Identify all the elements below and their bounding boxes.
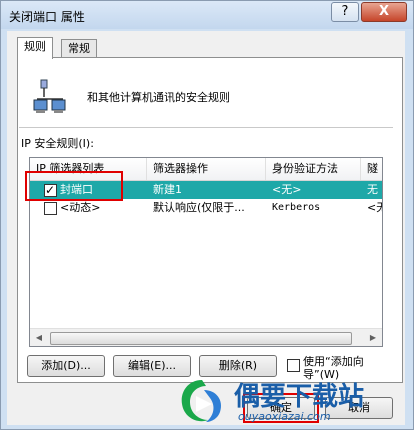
help-button[interactable]: ? (331, 2, 359, 22)
network-computers-icon (33, 79, 66, 113)
use-wizard-checkbox[interactable] (287, 359, 300, 372)
highlight-box (25, 171, 123, 201)
watermark-text: 偶要下载站 (234, 382, 365, 412)
rule-filter-list: <动态> (60, 201, 101, 214)
separator (19, 127, 393, 128)
tab-rules[interactable]: 规则 (17, 37, 53, 59)
rule-tunnel: <无 (367, 201, 382, 214)
title-bar: 关闭端口 属性 ? X (1, 1, 413, 29)
watermark: 偶要下载站 ouyaoxiazai.com (178, 372, 414, 430)
watermark-logo-icon (181, 380, 222, 422)
column-header-auth-method[interactable]: 身份验证方法 (266, 158, 361, 180)
add-button[interactable]: 添加(D)... (27, 355, 105, 377)
watermark-url: ouyaoxiazai.com (238, 410, 331, 423)
scrollbar-thumb[interactable] (50, 332, 352, 345)
rule-tunnel: 无 (367, 183, 378, 196)
rule-checkbox[interactable] (44, 202, 57, 215)
column-header-tunnel[interactable]: 隧 (361, 158, 382, 180)
tab-general[interactable]: 常规 (61, 39, 97, 58)
column-header-filter-action[interactable]: 筛选器操作 (147, 158, 266, 180)
rule-filter-action: 新建1 (153, 183, 182, 196)
rule-filter-action: 默认响应(仅限于... (153, 201, 245, 214)
rule-auth-method: <无> (272, 183, 302, 196)
scroll-left-icon[interactable]: ◀ (32, 331, 46, 344)
close-button[interactable]: X (361, 2, 407, 22)
scroll-right-icon[interactable]: ▶ (366, 331, 380, 344)
dialog-client: 规则 常规 和其他计算机通讯的安全规则 IP 安全规则(I): IP 筛选器列表… (7, 31, 405, 425)
rules-list-label: IP 安全规则(I): (21, 137, 94, 150)
table-row[interactable]: <动态> 默认响应(仅限于... Kerberos <无 (30, 199, 382, 217)
description-text: 和其他计算机通讯的安全规则 (87, 91, 230, 104)
window-title: 关闭端口 属性 (9, 10, 85, 24)
horizontal-scrollbar[interactable]: ◀ ▶ (30, 328, 382, 346)
properties-window: 关闭端口 属性 ? X 规则 常规 和其他计算机通讯的安全规则 IP 安全规则(… (0, 0, 414, 430)
rule-auth-method: Kerberos (272, 202, 321, 213)
